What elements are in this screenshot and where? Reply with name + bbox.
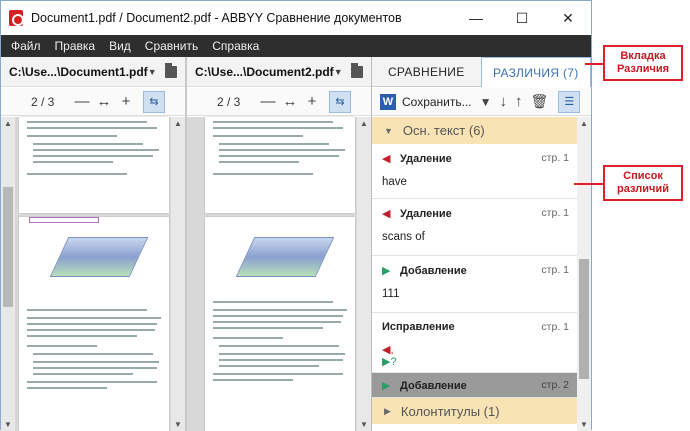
menu-view[interactable]: Вид xyxy=(102,39,138,53)
callout-tab: Вкладка Различия xyxy=(603,45,683,81)
window-title: Document1.pdf / Document2.pdf - ABBYY Ср… xyxy=(31,11,402,25)
difference-item[interactable]: ◀ Удаление стр. 1 scans of xyxy=(372,199,577,256)
word-icon[interactable]: W xyxy=(380,93,396,110)
tab-differences[interactable]: РАЗЛИЧИЯ (7) xyxy=(480,57,591,87)
zoom-out-icon[interactable]: — xyxy=(257,93,279,110)
chevron-down-icon[interactable]: ▼ xyxy=(148,67,157,77)
panel-tabs: СРАВНЕНИЕ РАЗЛИЧИЯ (7) xyxy=(372,57,591,87)
app-icon xyxy=(9,10,24,26)
right-inner-scrollbar[interactable]: ▲ ▼ xyxy=(357,117,371,431)
menu-file[interactable]: Файл xyxy=(1,39,48,53)
fit-width-icon[interactable]: ↔ xyxy=(93,93,115,110)
arrow-left-icon: ◀ xyxy=(382,153,391,165)
sync-scroll-icon[interactable]: ⇆ xyxy=(329,90,351,113)
trash-icon[interactable]: 🗑 xyxy=(531,93,549,110)
zoom-out-icon[interactable]: — xyxy=(71,93,93,110)
app-window: Document1.pdf / Document2.pdf - ABBYY Ср… xyxy=(0,0,592,431)
left-doc-path[interactable]: C:\Use...\Document1.pdf xyxy=(9,65,148,79)
arrow-right-icon: ▶ xyxy=(382,265,391,277)
close-button[interactable]: ✕ xyxy=(545,1,591,35)
right-page-number[interactable]: 2 / 3 xyxy=(217,95,257,109)
next-difference-icon[interactable]: ↓ xyxy=(500,93,508,110)
collapse-icon[interactable]: ▼ xyxy=(384,126,393,136)
title-bar: Document1.pdf / Document2.pdf - ABBYY Ср… xyxy=(1,1,591,35)
save-button[interactable]: Сохранить... xyxy=(402,95,472,109)
expand-icon[interactable]: ▶ xyxy=(384,406,391,417)
callout-line xyxy=(574,183,606,185)
group-main-text[interactable]: ▼ Осн. текст (6) xyxy=(372,117,577,144)
document-page xyxy=(205,217,355,431)
menu-bar: Файл Правка Вид Сравнить Справка xyxy=(1,35,591,57)
left-inner-scrollbar[interactable]: ▲ ▼ xyxy=(171,117,185,431)
figure-image xyxy=(235,237,335,277)
tab-compare[interactable]: СРАВНЕНИЕ xyxy=(372,57,481,87)
previous-difference-icon[interactable]: ↑ xyxy=(515,93,523,110)
document-page xyxy=(19,117,169,213)
chevron-down-icon[interactable]: ▼ xyxy=(480,95,492,109)
differences-scrollbar[interactable]: ▲ ▼ xyxy=(577,117,591,431)
arrow-left-icon: ◀ xyxy=(382,208,391,220)
menu-compare[interactable]: Сравнить xyxy=(138,39,205,53)
right-nav-bar: 2 / 3 — ↔ + ⇆ xyxy=(187,88,371,116)
right-document-view[interactable]: ▲ ▼ xyxy=(187,117,371,431)
document-page xyxy=(205,117,355,213)
group-headers-footers[interactable]: ▶ Колонтитулы (1) xyxy=(372,398,577,424)
difference-item[interactable]: Исправление стр. 1 ◀, ▶? xyxy=(372,313,577,373)
left-outer-scrollbar[interactable]: ▲ ▼ xyxy=(1,117,15,431)
group-label: Осн. текст (6) xyxy=(402,123,485,138)
fit-width-icon[interactable]: ↔ xyxy=(279,93,301,110)
left-document-view[interactable]: ▲ ▼ ▲ ▼ xyxy=(1,117,185,431)
callout-line xyxy=(585,63,603,65)
left-nav-bar: 2 / 3 — ↔ + ⇆ xyxy=(1,88,185,116)
figure-image xyxy=(49,237,149,277)
highlight-box xyxy=(29,217,99,223)
menu-help[interactable]: Справка xyxy=(205,39,266,53)
differences-list[interactable]: ▼ Осн. текст (6) ◀ Удаление стр. 1 have ◀… xyxy=(372,117,577,431)
folder-icon[interactable] xyxy=(350,62,363,78)
menu-edit[interactable]: Правка xyxy=(48,39,103,53)
left-page-number[interactable]: 2 / 3 xyxy=(31,95,71,109)
group-label: Колонтитулы (1) xyxy=(400,403,500,419)
arrow-right-icon: ▶? xyxy=(382,356,397,368)
folder-icon[interactable] xyxy=(164,62,177,78)
difference-item-selected[interactable]: ▶ Добавление стр. 2 xyxy=(372,373,577,398)
right-doc-path[interactable]: C:\Use...\Document2.pdf xyxy=(195,65,334,79)
chevron-down-icon[interactable]: ▼ xyxy=(334,67,343,77)
right-path-bar: C:\Use...\Document2.pdf ▼ xyxy=(187,57,371,87)
document-page xyxy=(19,217,169,431)
zoom-in-icon[interactable]: + xyxy=(301,93,323,110)
list-view-icon[interactable]: ☰ xyxy=(558,90,581,113)
arrow-right-icon: ▶ xyxy=(382,380,391,392)
callout-list: Список различий xyxy=(603,165,683,201)
difference-item[interactable]: ▶ Добавление стр. 1 111 xyxy=(372,256,577,313)
left-path-bar: C:\Use...\Document1.pdf ▼ xyxy=(1,57,185,87)
difference-item[interactable]: ◀ Удаление стр. 1 have xyxy=(372,144,577,199)
minimize-button[interactable]: — xyxy=(453,1,499,35)
sync-scroll-icon[interactable]: ⇆ xyxy=(143,90,165,113)
differences-toolbar: W Сохранить... ▼ ↓ ↑ 🗑 ☰ xyxy=(372,88,591,116)
zoom-in-icon[interactable]: + xyxy=(115,93,137,110)
maximize-button[interactable]: ☐ xyxy=(499,1,545,35)
